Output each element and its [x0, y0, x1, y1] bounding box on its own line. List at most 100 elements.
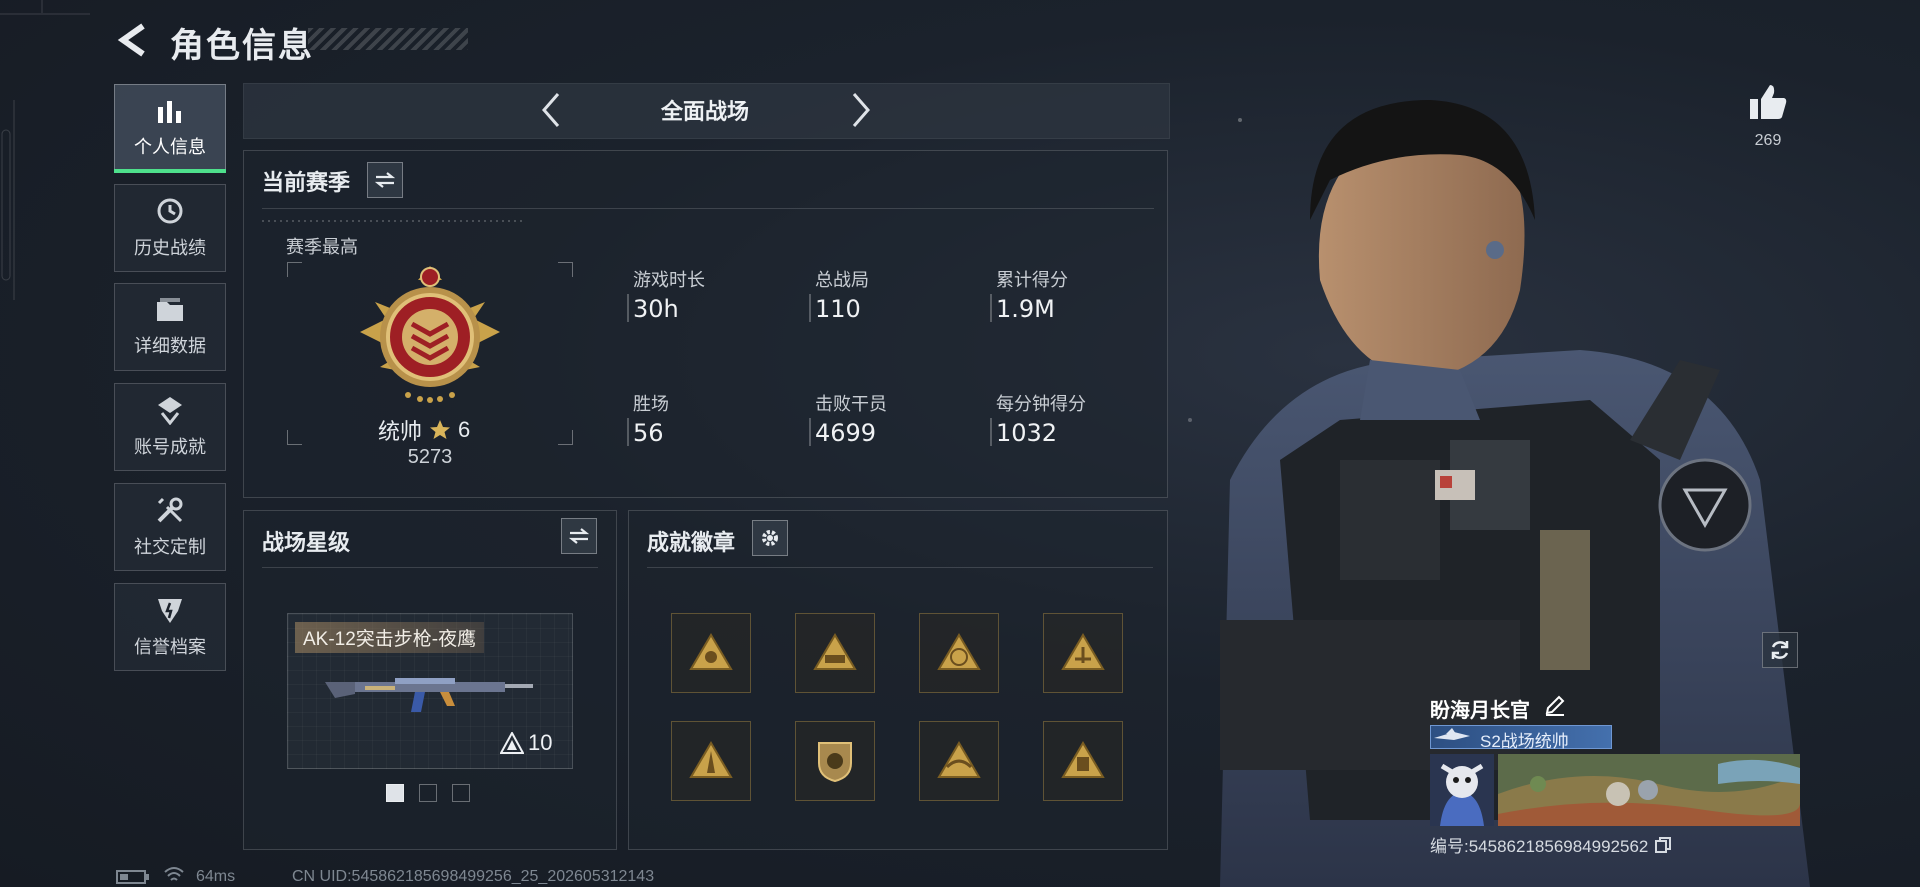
history-clock-icon — [157, 198, 183, 224]
badge-vehicle-icon — [813, 633, 857, 670]
footer-uid: CN UID:545862185698499256_25_20260531214… — [292, 868, 655, 885]
sidebar-item-label: 社交定制 — [134, 537, 206, 557]
stat-label-playtime: 游戏时长 — [633, 270, 705, 290]
copy-icon[interactable] — [1654, 836, 1672, 854]
player-avatar[interactable] — [1430, 754, 1494, 826]
stat-separator — [809, 418, 811, 446]
rank-name: 统帅 — [378, 419, 423, 444]
achievement-badge[interactable] — [1043, 721, 1123, 801]
mode-label: 全面战场 — [660, 99, 749, 124]
frame-corner — [558, 262, 573, 277]
badges-settings-button[interactable] — [752, 520, 788, 556]
stat-separator — [627, 418, 629, 446]
player-id: 编号:5458621856984992562 — [1430, 837, 1649, 856]
stat-label-kills: 击败干员 — [815, 394, 887, 414]
weapon-level-row: 10 — [500, 730, 552, 756]
stat-value-total-matches: 110 — [815, 295, 861, 323]
sidebar-active-indicator — [114, 169, 226, 173]
weapon-page-dots — [386, 784, 470, 802]
stat-label-score-per-minute: 每分钟得分 — [996, 394, 1086, 414]
page-dot-active[interactable] — [386, 784, 404, 802]
achievement-badge[interactable] — [919, 613, 999, 693]
refresh-icon — [1771, 641, 1789, 659]
badge-globe-icon — [937, 633, 981, 670]
sidebar-item-label: 历史战绩 — [134, 238, 206, 258]
tools-wrench-icon — [157, 497, 183, 523]
stat-separator — [990, 418, 992, 446]
rank-points: 5273 — [407, 446, 453, 468]
season-switch-button[interactable] — [367, 162, 403, 198]
page-dot[interactable] — [419, 784, 437, 802]
star-level-divider — [262, 567, 598, 568]
weapon-level: 10 — [528, 730, 553, 755]
sidebar-item-social[interactable]: 社交定制 — [114, 483, 226, 571]
weapon-name: AK-12突击步枪-夜鹰 — [295, 622, 485, 653]
sidebar-item-personal-info[interactable]: 个人信息 — [114, 84, 226, 172]
achievement-medal-icon — [158, 397, 182, 425]
frame-corner — [287, 430, 302, 445]
sidebar-item-details[interactable]: 详细数据 — [114, 283, 226, 371]
page-title: 角色信息 — [170, 27, 314, 65]
achievement-badge[interactable] — [1043, 613, 1123, 693]
title-hatch-decoration — [308, 28, 468, 50]
aircraft-emblem-icon — [1434, 728, 1470, 740]
player-name: 盼海月长官 — [1430, 700, 1530, 722]
achievement-badge[interactable] — [671, 721, 751, 801]
swap-arrows-icon — [568, 528, 590, 544]
stat-separator — [627, 294, 629, 322]
sidebar-item-label: 账号成就 — [134, 437, 206, 457]
gear-icon — [762, 530, 778, 546]
like-button[interactable] — [1740, 80, 1796, 124]
stat-separator — [809, 294, 811, 322]
achievement-badge[interactable] — [919, 721, 999, 801]
badge-radar-icon — [1061, 633, 1105, 670]
star-level-switch-button[interactable] — [561, 518, 597, 554]
season-best-label: 赛季最高 — [286, 237, 358, 257]
refresh-appearance-button[interactable] — [1762, 632, 1798, 668]
stat-value-playtime: 30h — [633, 295, 679, 323]
battery-icon — [116, 870, 149, 884]
badges-divider — [647, 567, 1153, 568]
sidebar-item-achievements[interactable]: 账号成就 — [114, 383, 226, 471]
badge-soldier-icon — [689, 633, 733, 670]
sidebar-item-credit[interactable]: 信誉档案 — [114, 583, 226, 671]
thumbs-up-icon — [1750, 85, 1787, 119]
badges-title: 成就徽章 — [647, 530, 736, 555]
sidebar-item-history[interactable]: 历史战绩 — [114, 184, 226, 272]
badge-shield-icon — [818, 742, 852, 783]
season-panel-title: 当前赛季 — [262, 170, 351, 195]
badge-fortress-icon — [1061, 741, 1105, 778]
back-button[interactable] — [112, 20, 152, 60]
frame-corner — [558, 430, 573, 445]
star-level-title: 战场星级 — [262, 530, 351, 555]
credit-shield-icon — [158, 599, 182, 623]
stat-value-kills: 4699 — [815, 419, 877, 447]
player-banner-image — [1498, 754, 1800, 826]
back-arrow-icon — [117, 23, 145, 57]
stat-label-total-matches: 总战局 — [815, 270, 869, 290]
swap-arrows-icon — [374, 172, 396, 188]
ping-value: 64ms — [196, 868, 236, 885]
chevron-right-icon — [852, 93, 870, 127]
sidebar-item-label: 个人信息 — [134, 137, 206, 157]
folder-icon — [157, 298, 183, 321]
page-dot[interactable] — [452, 784, 470, 802]
badge-tower-icon — [689, 741, 733, 778]
rifle-image-icon — [325, 678, 533, 712]
stat-label-wins: 胜场 — [633, 394, 669, 414]
rank-emblem-commander-icon — [360, 266, 500, 403]
stat-value-wins: 56 — [633, 419, 664, 447]
mode-next-button[interactable] — [838, 88, 882, 132]
stat-value-score-per-minute: 1032 — [996, 419, 1058, 447]
achievement-badge[interactable] — [795, 721, 875, 801]
rank-name-row: 统帅 6 — [378, 414, 470, 446]
frame-corner — [287, 262, 302, 277]
sidebar-item-label: 详细数据 — [134, 336, 206, 356]
edit-name-button[interactable] — [1544, 694, 1566, 721]
achievement-badge[interactable] — [795, 613, 875, 693]
gold-star-icon — [430, 420, 451, 439]
rank-title: S2战场统帅 — [1480, 732, 1569, 751]
wifi-icon — [164, 867, 184, 881]
achievement-badge[interactable] — [671, 613, 751, 693]
season-divider — [262, 208, 1154, 209]
